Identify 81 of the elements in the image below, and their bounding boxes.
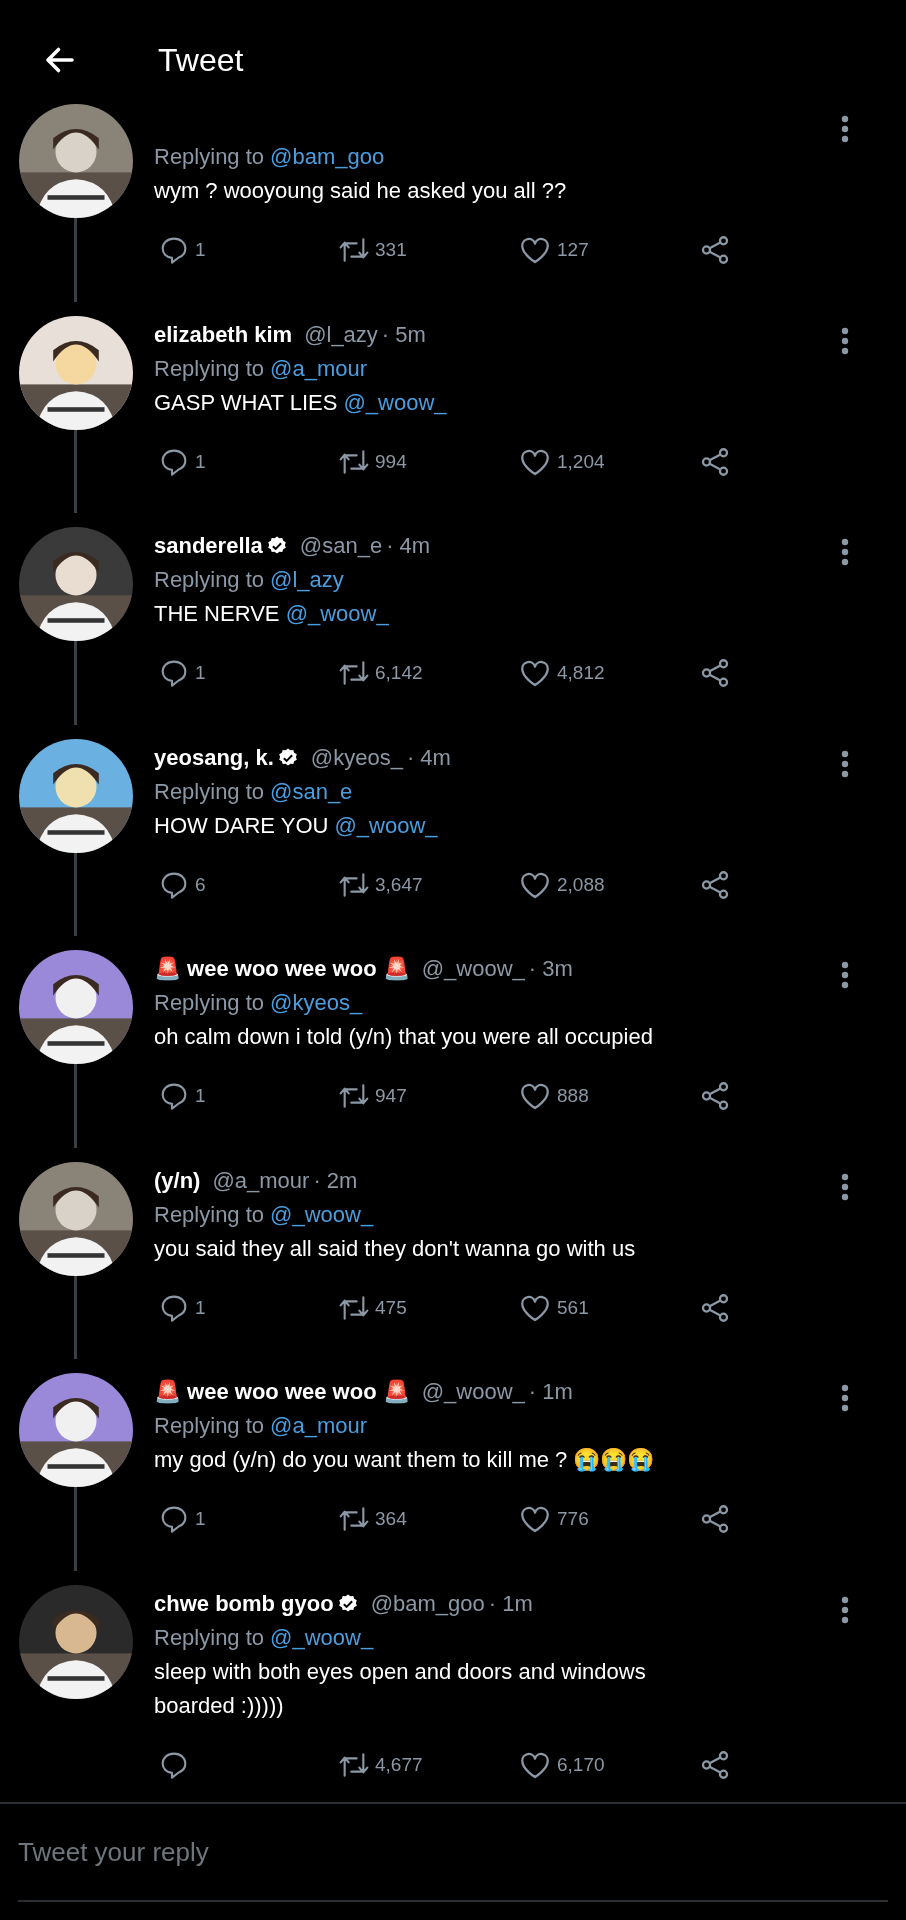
retweet-count: 3,647 — [375, 873, 423, 896]
timestamp: · 4m — [386, 533, 431, 559]
replying-to-label: Replying to — [154, 1201, 265, 1228]
reply-count: 1 — [195, 662, 206, 684]
user-handle: @kyeos_ — [310, 744, 403, 771]
more-options-icon[interactable] — [841, 326, 849, 355]
retweet-count: 994 — [375, 450, 407, 473]
timestamp: · 4m — [406, 744, 451, 771]
user-handle: @a_mour — [212, 1167, 310, 1194]
mention-link[interactable]: @kyeos_ — [270, 990, 363, 1016]
reply-count: 1 — [195, 1296, 206, 1319]
more-options-icon[interactable] — [841, 538, 849, 566]
user-name[interactable]: elizabeth kim — [154, 321, 293, 348]
mention-link[interactable]: @_woow_ — [334, 812, 438, 838]
like-count: 1,204 — [557, 450, 605, 473]
tweet-text: you said they all said they don't wanna go with us — [154, 1234, 637, 1263]
user-handle: @_woow_ — [421, 956, 525, 982]
user-handle: @san_e — [299, 533, 383, 559]
more-options-icon[interactable] — [841, 115, 849, 143]
more-options-icon[interactable] — [841, 1384, 849, 1412]
replying-to-label: Replying to — [154, 778, 265, 805]
reply-count: 1 — [195, 450, 206, 473]
retweet-count: 364 — [375, 1508, 407, 1530]
mention-link[interactable]: @a_mour — [270, 355, 367, 382]
retweet-count: 331 — [375, 239, 407, 261]
user-name[interactable]: 🚨 wee woo wee woo 🚨 — [154, 956, 410, 982]
user-name[interactable]: 🚨 wee woo wee woo 🚨 — [154, 1379, 410, 1405]
mention-link[interactable]: @bam_goo — [270, 144, 385, 170]
user-handle: @_woow_ — [421, 1379, 525, 1405]
replying-to-label: Replying to — [154, 567, 265, 593]
like-count: 127 — [557, 239, 589, 261]
like-count: 4,812 — [557, 662, 605, 684]
page-title: Tweet — [158, 41, 244, 79]
more-options-icon[interactable] — [841, 1595, 849, 1624]
reply-count: 1 — [195, 1508, 206, 1530]
timestamp: · 1m — [528, 1379, 573, 1405]
timestamp: · 3m — [528, 956, 573, 982]
mention-link[interactable]: @_woow_ — [285, 601, 389, 626]
reply-count: 1 — [195, 239, 206, 261]
retweet-count: 475 — [375, 1296, 407, 1319]
replying-to-label: Replying to — [154, 1413, 265, 1439]
user-name[interactable]: sanderella — [154, 533, 263, 559]
retweet-count: 947 — [375, 1085, 407, 1107]
mention-link[interactable]: @l_azy — [270, 567, 344, 593]
retweet-count: 4,677 — [375, 1753, 423, 1776]
tweet-text: oh calm down i told (y/n) that you were all occupied — [154, 1023, 654, 1051]
tweet-text: wym ? wooyoung said he asked you all ?? — [154, 177, 568, 205]
user-name[interactable]: (y/n) — [154, 1167, 201, 1194]
reply-count: 6 — [195, 873, 206, 896]
timestamp: · 1m — [488, 1590, 533, 1617]
mention-link[interactable]: @a_mour — [270, 1413, 367, 1439]
tweet-text: sleep with both eyes open and doors and windows boarded :))))) — [154, 1657, 647, 1720]
timestamp: · 2m — [313, 1167, 358, 1194]
like-count: 561 — [557, 1296, 589, 1319]
mention-link[interactable]: @san_e — [270, 778, 353, 805]
user-name[interactable]: chwe bomb gyoo — [154, 1590, 334, 1617]
reply-count: 1 — [195, 1085, 206, 1107]
tweet-text: GASP WHAT LIES @_woow_ — [154, 388, 448, 417]
more-options-icon[interactable] — [841, 749, 849, 778]
replying-to-label: Replying to — [154, 1624, 265, 1651]
tweet-text: THE NERVE @_woow_ — [154, 600, 390, 628]
mention-link[interactable]: @_woow_ — [270, 1201, 374, 1228]
mention-link[interactable]: @_woow_ — [270, 1624, 374, 1651]
like-count: 888 — [557, 1085, 589, 1107]
like-count: 776 — [557, 1508, 589, 1530]
timestamp: · 5m — [381, 321, 426, 348]
tweet-text: my god (y/n) do you want them to kill me ? 😭😭😭 — [154, 1446, 656, 1474]
replying-to-label: Replying to — [154, 355, 265, 382]
retweet-count: 6,142 — [375, 662, 423, 684]
more-options-icon[interactable] — [841, 961, 849, 989]
replying-to-label: Replying to — [154, 990, 265, 1016]
like-count: 2,088 — [557, 873, 605, 896]
reply-input-field[interactable]: Tweet your reply — [18, 1804, 888, 1902]
like-count: 6,170 — [557, 1753, 605, 1776]
user-handle: @bam_goo — [370, 1590, 485, 1617]
more-options-icon[interactable] — [841, 1172, 849, 1201]
replying-to-label: Replying to — [154, 144, 265, 170]
tweet-text: HOW DARE YOU @_woow_ — [154, 811, 439, 840]
user-name[interactable]: yeosang, k. — [154, 744, 274, 771]
mention-link[interactable]: @_woow_ — [343, 389, 447, 415]
user-handle: @l_azy — [304, 321, 378, 348]
